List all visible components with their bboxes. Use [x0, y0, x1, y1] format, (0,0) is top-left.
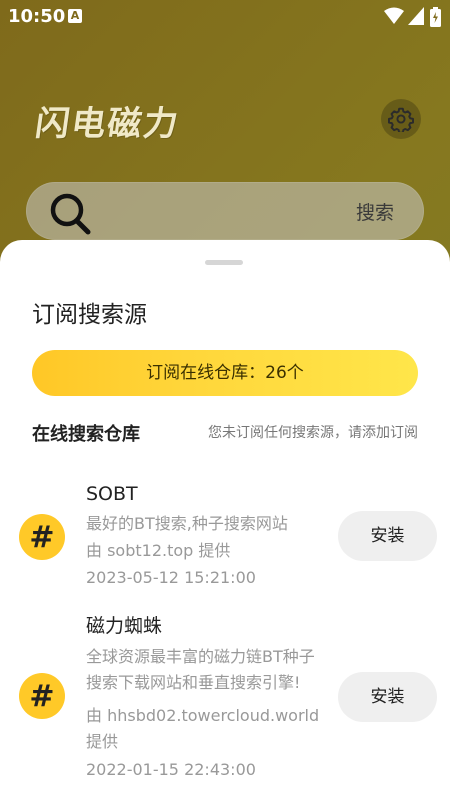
sheet-title: 订阅搜索源: [32, 302, 147, 328]
settings-button[interactable]: [381, 99, 421, 139]
hash-icon: #: [19, 514, 65, 560]
source-description: 全球资源最丰富的磁力链BT种子: [86, 647, 315, 666]
source-name: SOBT: [86, 483, 138, 505]
install-button[interactable]: 安装: [338, 511, 437, 561]
section-title: 在线搜索仓库: [32, 424, 140, 445]
status-time: 10:50: [8, 6, 66, 27]
install-button[interactable]: 安装: [338, 672, 437, 722]
source-date: 2022-01-15 22:43:00: [86, 760, 256, 779]
battery-icon: [430, 7, 441, 27]
hash-icon: #: [19, 673, 65, 719]
search-button[interactable]: 搜索: [356, 198, 394, 225]
source-provider: 提供: [86, 732, 119, 751]
search-icon: [50, 193, 91, 235]
app-title: 闪电磁力: [32, 104, 183, 144]
source-provider: 由 sobt12.top 提供: [86, 541, 231, 560]
search-bar[interactable]: 搜索: [26, 182, 424, 240]
status-bar: 10:50 A: [0, 0, 450, 34]
source-description: 搜索下载网站和垂直搜索引擎!: [86, 673, 301, 692]
wifi-icon: [384, 7, 404, 24]
source-date: 2023-05-12 15:21:00: [86, 568, 256, 587]
signal-icon: [408, 7, 424, 25]
section-hint: 您未订阅任何搜索源，请添加订阅: [208, 425, 418, 441]
sheet-drag-handle[interactable]: [205, 260, 243, 265]
subscribe-sheet: 订阅搜索源 订阅在线仓库：26个 在线搜索仓库 您未订阅任何搜索源，请添加订阅 …: [0, 240, 450, 801]
subscribe-online-repo-button[interactable]: 订阅在线仓库：26个: [32, 350, 418, 396]
source-provider: 由 hhsbd02.towercloud.world: [86, 706, 320, 725]
notification-icon: A: [68, 9, 82, 23]
source-description: 最好的BT搜索,种子搜索网站: [86, 514, 288, 533]
source-name: 磁力蜘蛛: [86, 615, 163, 637]
gear-icon: [388, 107, 414, 132]
